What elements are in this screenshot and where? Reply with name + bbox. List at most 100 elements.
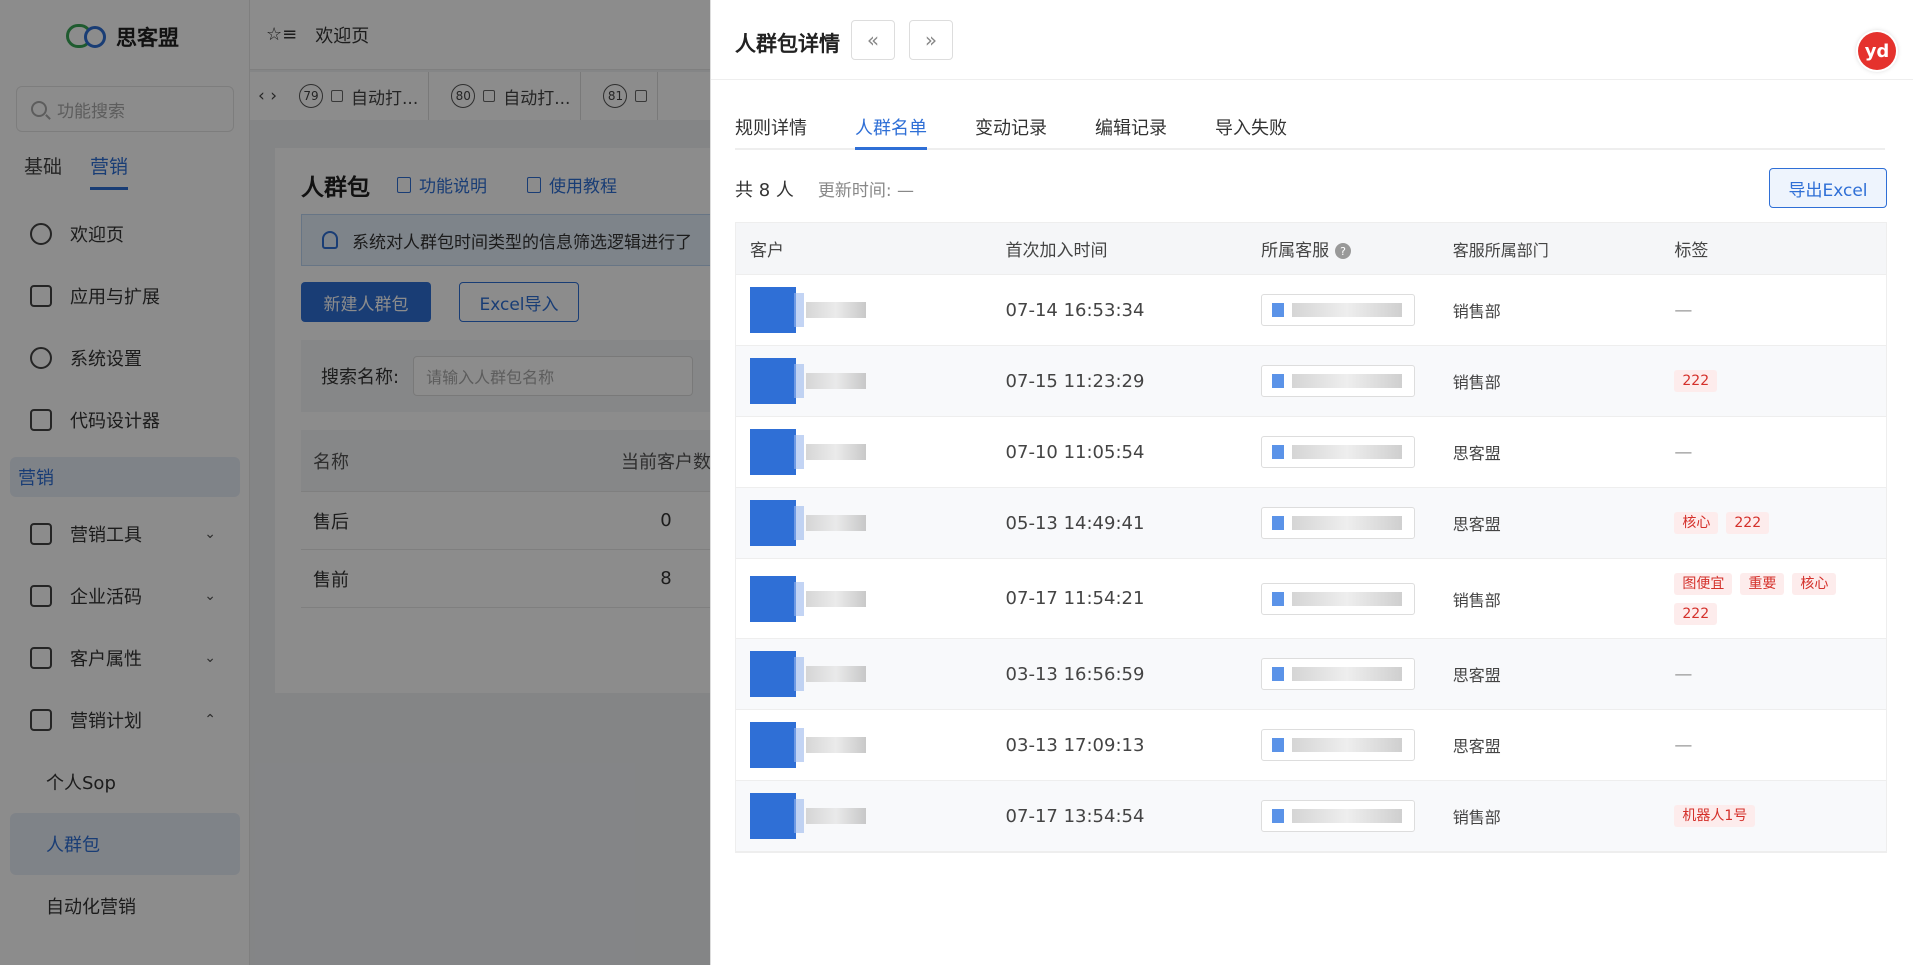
customer-avatar bbox=[750, 287, 804, 333]
empty-tag-dash: — bbox=[1674, 734, 1693, 756]
tags-cell: — bbox=[1660, 735, 1886, 756]
join-time-cell: 07-17 13:54:54 bbox=[1005, 805, 1145, 827]
agent-cell bbox=[1247, 365, 1439, 397]
agent-cell bbox=[1247, 582, 1439, 615]
user-icon bbox=[1272, 516, 1285, 530]
customer-name-redacted bbox=[806, 373, 866, 389]
agent-cell bbox=[1247, 294, 1439, 326]
customer-cell bbox=[736, 500, 992, 546]
join-time-cell: 07-10 11:05:54 bbox=[1005, 441, 1145, 463]
department-cell: 销售部 bbox=[1452, 808, 1501, 827]
department-cell: 思客盟 bbox=[1452, 737, 1501, 756]
customer-name-redacted bbox=[806, 444, 866, 460]
tab-import-failed[interactable]: 导入失败 bbox=[1215, 110, 1287, 150]
customer-avatar bbox=[750, 429, 804, 475]
join-time-cell: 03-13 17:09:13 bbox=[1005, 734, 1145, 756]
agent-cell bbox=[1247, 436, 1439, 468]
customer-avatar bbox=[750, 793, 804, 839]
tags-cell: — bbox=[1660, 664, 1886, 685]
customer-name-redacted bbox=[806, 666, 866, 682]
agent-name-redacted bbox=[1292, 667, 1403, 681]
agent-cell bbox=[1247, 800, 1439, 832]
department-cell: 销售部 bbox=[1452, 373, 1501, 392]
column-header-label: 所属客服 bbox=[1261, 241, 1330, 261]
total-count: 共 8 人 bbox=[735, 180, 794, 201]
agent-chip[interactable] bbox=[1261, 658, 1416, 690]
department-cell: 销售部 bbox=[1452, 302, 1501, 321]
crowd-list-table: 客户 首次加入时间 所属客服? 客服所属部门 标签 07-14 16:53:34… bbox=[735, 222, 1887, 853]
customer-cell bbox=[736, 651, 992, 697]
table-row[interactable]: 07-17 13:54:54 销售部 机器人1号 bbox=[736, 781, 1886, 852]
user-icon bbox=[1272, 591, 1285, 606]
agent-cell bbox=[1247, 507, 1439, 539]
tag-badge: 核心 bbox=[1674, 512, 1719, 534]
join-time-cell: 03-13 16:56:59 bbox=[1005, 663, 1145, 685]
crowd-pack-detail-drawer: 人群包详情 « » yd 规则详情 人群名单 变动记录 编辑记录 导入失败 共 … bbox=[710, 0, 1913, 965]
agent-chip[interactable] bbox=[1261, 436, 1416, 468]
table-body: 07-14 16:53:34 销售部 —07-15 11:23:29 销售部 222 07… bbox=[736, 275, 1886, 852]
table-row[interactable]: 07-14 16:53:34 销售部 — bbox=[736, 275, 1886, 346]
empty-tag-dash: — bbox=[1674, 663, 1693, 685]
column-header: 首次加入时间 bbox=[1005, 241, 1108, 261]
user-icon bbox=[1272, 809, 1285, 823]
agent-chip[interactable] bbox=[1261, 294, 1416, 326]
column-header: 客服所属部门 bbox=[1452, 240, 1549, 260]
column-header: 所属客服? bbox=[1247, 236, 1439, 261]
customer-cell bbox=[736, 575, 992, 622]
table-row[interactable]: 07-10 11:05:54 思客盟 — bbox=[736, 417, 1886, 488]
user-icon bbox=[1272, 303, 1285, 317]
tags-cell: 机器人1号 bbox=[1660, 805, 1886, 827]
drawer-tabs: 规则详情 人群名单 变动记录 编辑记录 导入失败 bbox=[735, 110, 1885, 150]
department-cell: 思客盟 bbox=[1452, 515, 1501, 534]
user-icon bbox=[1272, 738, 1285, 752]
agent-cell bbox=[1247, 729, 1439, 761]
agent-chip[interactable] bbox=[1261, 729, 1416, 761]
agent-chip[interactable] bbox=[1261, 582, 1416, 615]
tags-cell: — bbox=[1660, 300, 1886, 321]
update-time: 更新时间: — bbox=[817, 181, 915, 201]
table-header: 客户 首次加入时间 所属客服? 客服所属部门 标签 bbox=[736, 223, 1886, 275]
customer-avatar bbox=[750, 500, 804, 546]
agent-name-redacted bbox=[1292, 591, 1403, 606]
modal-overlay[interactable] bbox=[0, 0, 710, 965]
tab-edit-log[interactable]: 编辑记录 bbox=[1095, 110, 1167, 150]
table-row[interactable]: 07-15 11:23:29 销售部 222 bbox=[736, 346, 1886, 417]
table-row[interactable]: 03-13 16:56:59 思客盟 — bbox=[736, 639, 1886, 710]
help-icon[interactable]: ? bbox=[1335, 243, 1352, 259]
empty-tag-dash: — bbox=[1674, 299, 1693, 321]
tag-badge: 核心 bbox=[1792, 572, 1837, 595]
customer-name-redacted bbox=[806, 515, 866, 531]
table-row[interactable]: 07-17 11:54:21 销售部 图便宜 重要 核心 222 bbox=[736, 559, 1886, 639]
tab-change-log[interactable]: 变动记录 bbox=[975, 110, 1047, 150]
drawer-title: 人群包详情 bbox=[735, 32, 840, 56]
export-excel-button[interactable]: 导出Excel bbox=[1769, 168, 1887, 208]
agent-name-redacted bbox=[1292, 303, 1403, 317]
user-icon bbox=[1272, 667, 1285, 681]
tab-crowd-list[interactable]: 人群名单 bbox=[855, 110, 927, 150]
previous-button[interactable]: « bbox=[851, 20, 895, 60]
department-cell: 销售部 bbox=[1452, 590, 1501, 610]
agent-chip[interactable] bbox=[1261, 800, 1416, 832]
agent-chip[interactable] bbox=[1261, 507, 1416, 539]
department-cell: 思客盟 bbox=[1452, 444, 1501, 463]
table-row[interactable]: 03-13 17:09:13 思客盟 — bbox=[736, 710, 1886, 781]
join-time-cell: 07-14 16:53:34 bbox=[1005, 299, 1145, 321]
agent-chip[interactable] bbox=[1261, 365, 1416, 397]
agent-name-redacted bbox=[1292, 738, 1403, 752]
customer-cell bbox=[736, 722, 992, 768]
customer-avatar bbox=[750, 651, 804, 697]
tags-cell: 核心 222 bbox=[1660, 512, 1886, 534]
tab-rule-details[interactable]: 规则详情 bbox=[735, 110, 807, 150]
customer-avatar bbox=[750, 722, 804, 768]
customer-name-redacted bbox=[806, 808, 866, 824]
column-header: 客户 bbox=[750, 241, 784, 261]
user-icon bbox=[1272, 374, 1285, 388]
agent-name-redacted bbox=[1292, 516, 1403, 530]
list-summary: 共 8 人 更新时间: — bbox=[735, 176, 914, 202]
agent-name-redacted bbox=[1292, 809, 1403, 823]
drawer-header: 人群包详情 « » yd bbox=[711, 0, 1913, 80]
next-button[interactable]: » bbox=[909, 20, 953, 60]
tag-badge: 重要 bbox=[1740, 572, 1785, 595]
table-row[interactable]: 05-13 14:49:41 思客盟 核心 222 bbox=[736, 488, 1886, 559]
yd-extension-badge[interactable]: yd bbox=[1858, 32, 1896, 70]
